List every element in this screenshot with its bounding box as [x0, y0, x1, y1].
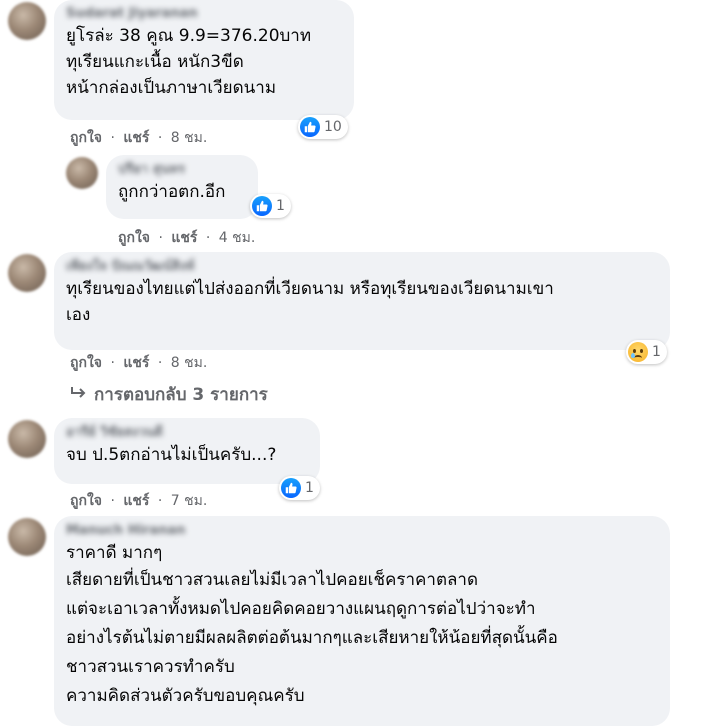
- comment-text-line: ชาวสวนเราควรทำครับ: [66, 657, 235, 677]
- sad-face-icon: [628, 342, 648, 362]
- separator: ·: [157, 493, 163, 509]
- like-icon: [252, 196, 272, 216]
- reply-arrow-icon: [70, 385, 88, 405]
- like-action[interactable]: ถูกใจ: [70, 493, 102, 509]
- reaction-count[interactable]: 10: [298, 115, 348, 139]
- comment-text-line: หน้ากล่องเป็นภาษาเวียดนาม: [66, 78, 277, 98]
- timestamp[interactable]: 4 ชม.: [219, 230, 256, 246]
- comment-text-line: ยูโรล่ะ 38 คูณ 9.9=376.20บาท: [66, 26, 312, 46]
- comment-actions: ถูกใจ · แชร์ · 8 ชม.: [70, 352, 207, 374]
- comment-text-line: ทุเรียนของไทยแต่ไปส่งออกที่เวียดนาม หรือ…: [66, 279, 554, 299]
- commenter-name[interactable]: เพียงใจ ปัณณวัฒน์สิงห์: [66, 258, 658, 276]
- reaction-count-label: 1: [305, 480, 314, 496]
- replies-label[interactable]: การตอบกลับ 3 รายการ: [94, 385, 268, 405]
- reaction-count[interactable]: 1: [250, 194, 291, 218]
- comment-bubble: ปรียา สุนทร ถูกกว่าอตก.อีก: [106, 155, 258, 219]
- avatar[interactable]: [8, 420, 46, 458]
- like-action[interactable]: ถูกใจ: [118, 230, 150, 246]
- avatar[interactable]: [8, 254, 46, 292]
- reaction-count-label: 1: [276, 198, 285, 214]
- view-replies-link[interactable]: การตอบกลับ 3 รายการ: [70, 381, 268, 408]
- avatar[interactable]: [8, 2, 46, 40]
- commenter-name[interactable]: Sudarat Jiyaranan: [66, 5, 342, 23]
- share-action[interactable]: แชร์: [171, 230, 197, 246]
- comment-text-line: แต่จะเอาเวลาทั้งหมดไปคอยคิดคอยวางแผนฤดูก…: [66, 599, 536, 619]
- like-icon: [281, 478, 301, 498]
- avatar[interactable]: [66, 157, 98, 189]
- reaction-count-label: 10: [324, 119, 342, 135]
- separator: ·: [110, 493, 115, 509]
- comment-text-line: ราคาดี มากๆ: [66, 543, 163, 563]
- like-icon: [300, 117, 320, 137]
- share-action[interactable]: แชร์: [123, 493, 149, 509]
- commenter-name[interactable]: อารีย์ วิชัยสงวนดี: [66, 424, 308, 442]
- comment-text-line: เอง: [66, 305, 91, 325]
- share-action[interactable]: แชร์: [123, 355, 149, 371]
- comment-text-line: ทุเรียนแกะเนื้อ หนัก3ขีด: [66, 52, 244, 72]
- reaction-count[interactable]: 1: [626, 340, 667, 364]
- separator: ·: [157, 130, 163, 146]
- share-action[interactable]: แชร์: [123, 130, 149, 146]
- timestamp[interactable]: 8 ชม.: [171, 355, 208, 371]
- separator: ·: [205, 230, 211, 246]
- commenter-name[interactable]: Manuch Hiranan: [66, 522, 658, 540]
- like-action[interactable]: ถูกใจ: [70, 130, 102, 146]
- timestamp[interactable]: 7 ชม.: [171, 493, 208, 509]
- comment-actions: ถูกใจ · แชร์ · 8 ชม.: [70, 127, 207, 149]
- comment-bubble: เพียงใจ ปัณณวัฒน์สิงห์ ทุเรียนของไทยแต่ไ…: [54, 252, 670, 350]
- separator: ·: [157, 355, 163, 371]
- comment-bubble: Sudarat Jiyaranan ยูโรล่ะ 38 คูณ 9.9=376…: [54, 0, 354, 120]
- timestamp[interactable]: 8 ชม.: [171, 130, 208, 146]
- separator: ·: [158, 230, 163, 246]
- comment-text-line: จบ ป.5ตกอ่านไม่เป็นครับ...?: [66, 445, 277, 465]
- comment-bubble: อารีย์ วิชัยสงวนดี จบ ป.5ตกอ่านไม่เป็นคร…: [54, 418, 320, 484]
- comment-actions: ถูกใจ · แชร์ · 7 ชม.: [70, 490, 207, 512]
- separator: ·: [110, 355, 115, 371]
- comment-text-line: เสียดายที่เป็นชาวสวนเลยไม่มีเวลาไปคอยเช็…: [66, 570, 479, 590]
- comment-text-line: อย่างไรต้นไม่ตายมีผลผลิตต่อต้นมากๆและเสี…: [66, 628, 558, 648]
- comment-text-line: ถูกกว่าอตก.อีก: [118, 182, 226, 202]
- comment-bubble: Manuch Hiranan ราคาดี มากๆ เสียดายที่เป็…: [54, 516, 670, 726]
- like-action[interactable]: ถูกใจ: [70, 355, 102, 371]
- comment-text-line: ความคิดส่วนตัวครับขอบคุณครับ: [66, 686, 305, 706]
- commenter-name[interactable]: ปรียา สุนทร: [118, 161, 246, 179]
- separator: ·: [110, 130, 115, 146]
- avatar[interactable]: [8, 518, 46, 556]
- comment-actions: ถูกใจ · แชร์ · 4 ชม.: [118, 227, 255, 249]
- reaction-count[interactable]: 1: [279, 476, 320, 500]
- reaction-count-label: 1: [652, 344, 661, 360]
